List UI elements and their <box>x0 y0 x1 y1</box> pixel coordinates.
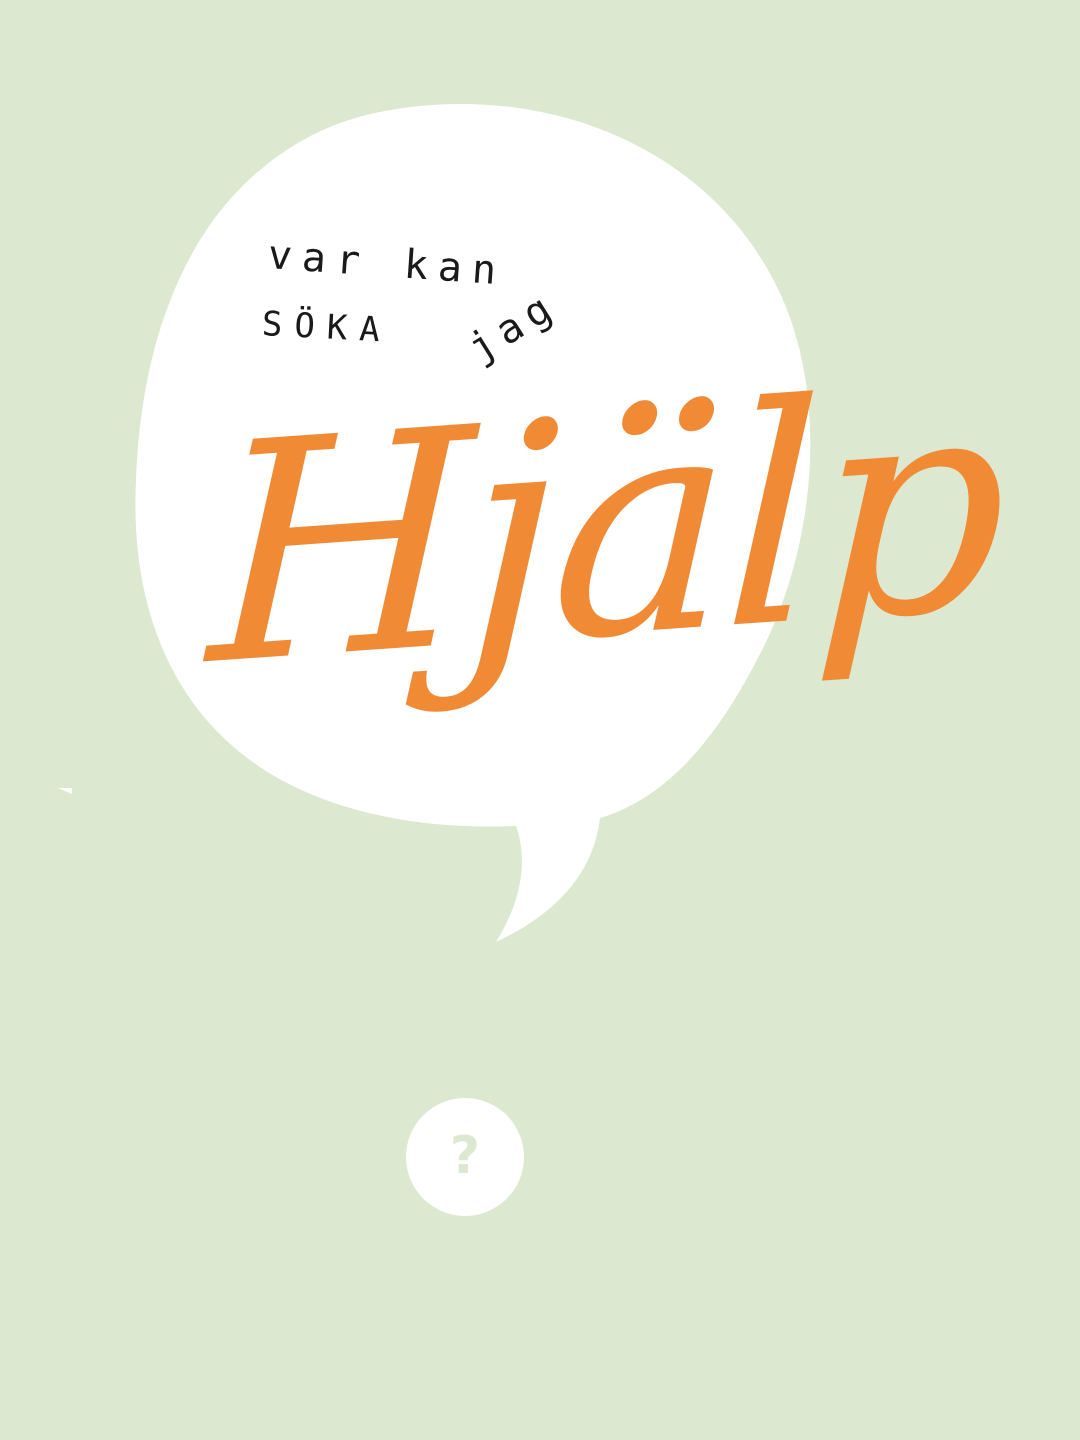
decorative-mark <box>58 788 72 794</box>
headline-hjalp: Hjälp <box>204 326 1007 733</box>
help-screen: var kan jag SÖKA Hjälp ? <box>0 0 1080 1440</box>
bubble-text-line-2: SÖKA <box>260 304 393 351</box>
question-mark-icon: ? <box>449 1126 481 1186</box>
help-button[interactable]: ? <box>406 1098 524 1216</box>
speech-bubble <box>135 103 811 943</box>
